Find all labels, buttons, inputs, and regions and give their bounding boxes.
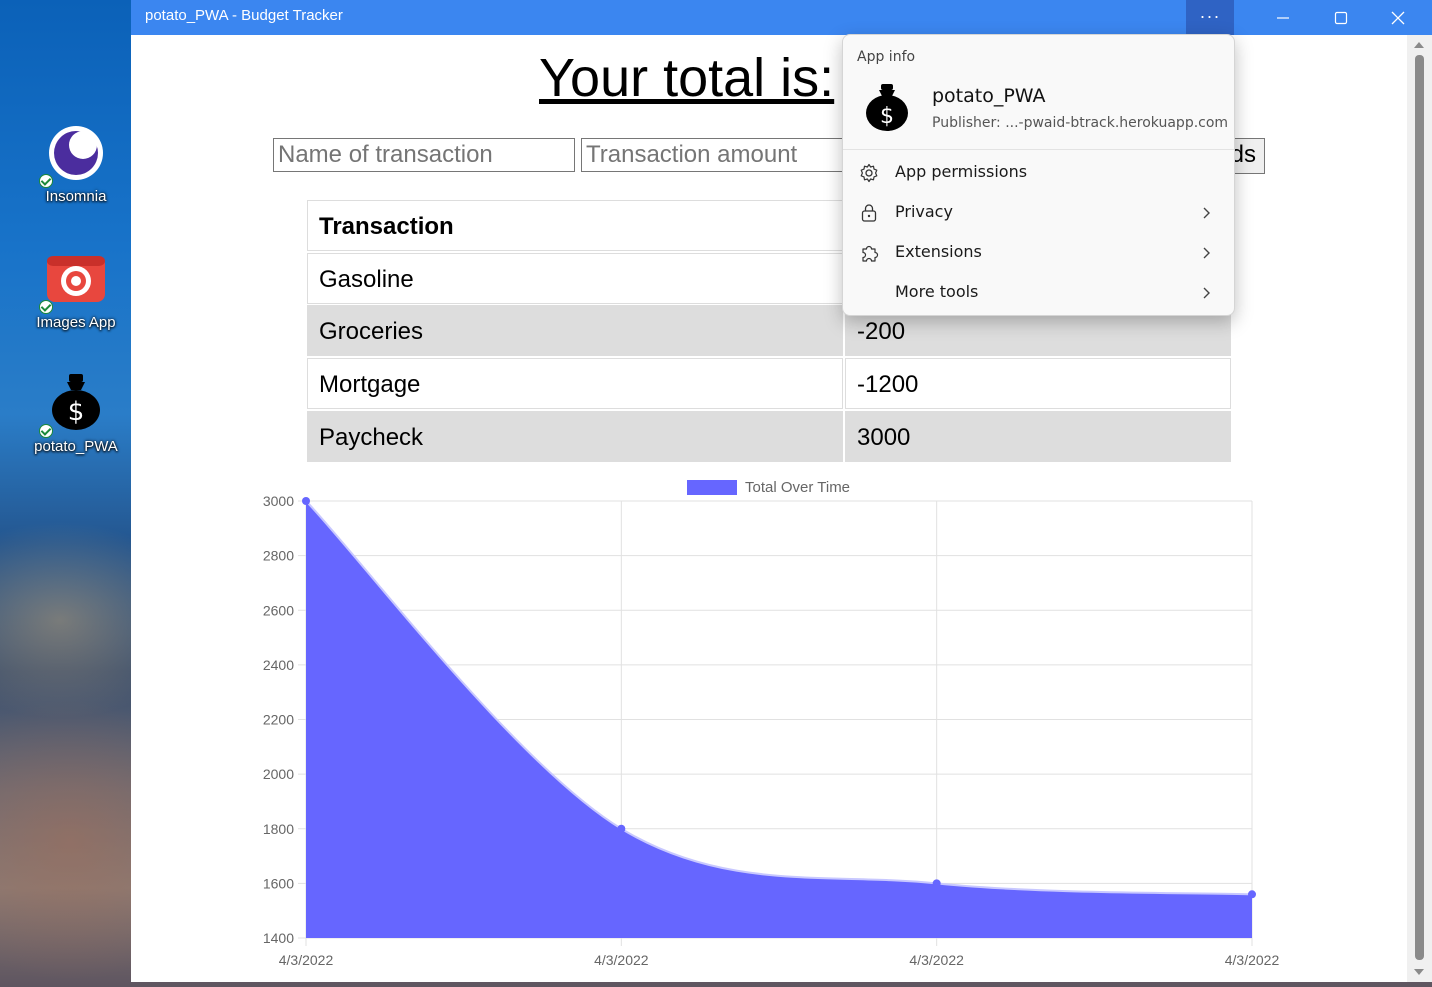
desktop-icon-insomnia[interactable]: Insomnia — [8, 122, 144, 205]
y-tick-label: 2000 — [263, 766, 294, 782]
gear-icon — [859, 163, 879, 187]
title-bar[interactable]: potato_PWA - Budget Tracker ··· — [131, 0, 1432, 35]
y-tick-label: 2400 — [263, 657, 294, 673]
popup-divider — [843, 149, 1234, 150]
menu-item-more-tools[interactable]: More tools — [843, 273, 1234, 313]
close-button[interactable] — [1374, 0, 1422, 35]
transaction-name: Mortgage — [307, 358, 843, 410]
app-window: potato_PWA - Budget Tracker ··· Your tot… — [131, 0, 1432, 982]
chevron-right-icon — [1199, 243, 1215, 267]
transaction-name: Groceries — [307, 305, 843, 357]
minimize-icon — [1277, 17, 1289, 19]
transaction-amount-input[interactable] — [581, 138, 851, 172]
y-tick-label: 2200 — [263, 712, 294, 728]
maximize-icon — [1334, 11, 1348, 25]
window-title: potato_PWA - Budget Tracker — [145, 7, 343, 24]
popup-heading: App info — [857, 49, 916, 65]
transaction-amount: 3000 — [845, 410, 1231, 462]
y-tick-label: 1800 — [263, 821, 294, 837]
data-point — [1248, 890, 1256, 899]
y-tick-label: 1600 — [263, 875, 294, 891]
lock-icon — [859, 203, 879, 227]
scroll-up-arrow-icon[interactable] — [1414, 42, 1424, 48]
sync-check-icon — [39, 300, 53, 314]
vertical-scrollbar[interactable] — [1407, 35, 1432, 982]
menu-item-label: App permissions — [895, 162, 1028, 181]
menu-item-app-permissions[interactable]: App permissions — [843, 153, 1234, 193]
menu-item-extensions[interactable]: Extensions — [843, 233, 1234, 273]
data-point — [617, 824, 626, 833]
puzzle-icon — [859, 243, 879, 267]
x-tick-label: 4/3/2022 — [1225, 952, 1280, 968]
data-point — [932, 879, 941, 888]
menu-item-label: More tools — [895, 282, 979, 301]
transaction-name: Gasoline — [307, 252, 843, 304]
y-tick-label: 1400 — [263, 930, 294, 946]
x-tick-label: 4/3/2022 — [594, 952, 649, 968]
table-row: Paycheck 3000 — [307, 410, 1231, 462]
popup-app-name: potato_PWA — [932, 85, 1046, 107]
desktop-icon-potato-pwa[interactable]: $ potato_PWA — [8, 372, 144, 455]
sync-check-icon — [39, 174, 53, 188]
chevron-right-icon — [1199, 283, 1215, 307]
total-over-time-chart: 3000 2800 2600 2400 2200 2000 1800 1600 1400 4/3/… — [263, 479, 1280, 968]
y-tick-label: 3000 — [263, 493, 294, 509]
transaction-amount: -1200 — [845, 358, 1231, 410]
sync-check-icon — [39, 424, 53, 438]
menu-item-privacy[interactable]: Privacy — [843, 193, 1234, 233]
popup-publisher: Publisher: ...-pwaid-btrack.herokuapp.co… — [932, 115, 1229, 131]
camera-app-icon — [39, 248, 107, 314]
scroll-down-arrow-icon[interactable] — [1414, 969, 1424, 975]
desktop-icon-label: Images App — [36, 314, 116, 331]
scrollbar-thumb[interactable] — [1415, 55, 1424, 960]
x-tick-label: 4/3/2022 — [909, 952, 964, 968]
total-heading: Your total is: — [539, 48, 835, 108]
data-point — [302, 497, 310, 505]
desktop-icon-images-app[interactable]: Images App — [8, 248, 144, 331]
table-row: Mortgage -1200 — [307, 358, 1231, 410]
transaction-name-input[interactable] — [273, 138, 575, 172]
money-bag-icon: $ — [39, 372, 107, 438]
svg-text:$: $ — [68, 397, 85, 427]
close-icon — [1391, 11, 1405, 25]
y-tick-label: 2600 — [263, 602, 294, 618]
table-header-transaction: Transaction — [307, 200, 843, 251]
desktop-icon-label: potato_PWA — [34, 438, 118, 455]
insomnia-app-icon — [39, 122, 107, 188]
app-menu-button[interactable]: ··· — [1186, 0, 1234, 35]
svg-text:$: $ — [880, 104, 894, 129]
menu-item-label: Privacy — [895, 202, 953, 221]
menu-item-label: Extensions — [895, 242, 982, 261]
maximize-button[interactable] — [1317, 0, 1365, 35]
x-tick-label: 4/3/2022 — [279, 952, 334, 968]
desktop-icon-label: Insomnia — [45, 188, 107, 205]
transaction-name: Paycheck — [307, 410, 843, 462]
legend-swatch — [687, 480, 737, 495]
legend-label: Total Over Time — [745, 479, 850, 496]
money-bag-icon: $ — [863, 83, 911, 137]
app-info-popup: App info $ potato_PWA Publisher: ...-pwa… — [842, 34, 1235, 316]
minimize-button[interactable] — [1259, 0, 1307, 35]
y-tick-label: 2800 — [263, 548, 294, 564]
chevron-right-icon — [1199, 203, 1215, 227]
